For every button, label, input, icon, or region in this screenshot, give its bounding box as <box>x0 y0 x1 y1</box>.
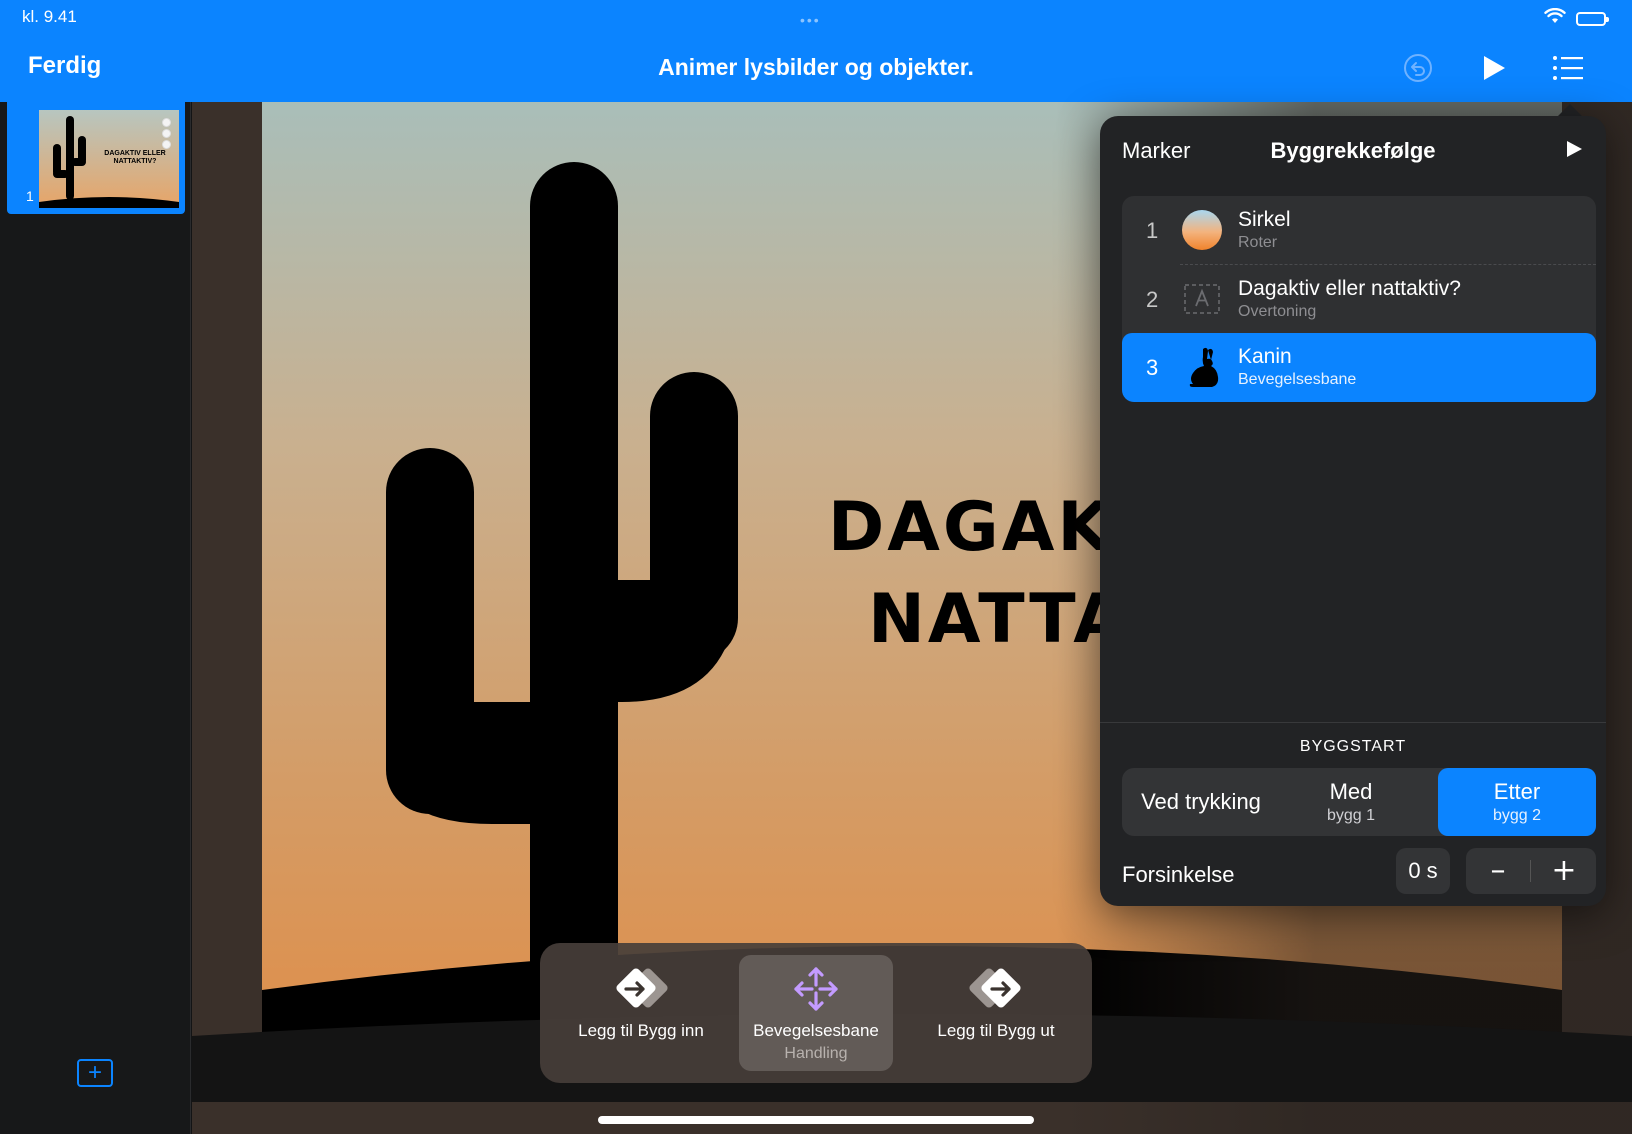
slide-thumbnail-image: DAGAKTIV ELLER NATTAKTIV? <box>39 110 179 208</box>
motion-arrows-icon <box>786 965 846 1013</box>
status-time: kl. 9.41 <box>22 7 77 26</box>
list-item[interactable]: 2 Dagaktiv eller nattaktiv? Overtoning <box>1122 265 1596 334</box>
slide-thumbnail-1[interactable]: 1 DAGAKTIV ELLER NATTAKTIV? <box>7 102 185 214</box>
increase-delay-button[interactable]: + <box>1532 848 1596 894</box>
slide-title-text[interactable]: DAGAK NATTA <box>812 482 1129 666</box>
popover-header: Marker Byggrekkefølge <box>1100 116 1606 184</box>
popover-title: Byggrekkefølge <box>1270 138 1436 163</box>
delay-value-field[interactable]: 0 s <box>1396 848 1450 894</box>
segment-on-tap[interactable]: Ved trykking <box>1122 768 1280 836</box>
slide-number: 1 <box>26 188 34 204</box>
multitasking-dots[interactable]: ••• <box>800 12 821 28</box>
page-title: Animer lysbilder og objekter. <box>658 54 974 80</box>
build-indicator-dots <box>162 118 171 149</box>
build-start-label: BYGGSTART <box>1299 738 1407 755</box>
motion-path-action-button[interactable]: Bevegelsesbane Handling <box>739 955 893 1071</box>
build-out-icon <box>966 965 1026 1013</box>
delay-label: Forsinkelse <box>1122 862 1235 887</box>
delay-stepper: – + <box>1466 848 1596 894</box>
segment-after-build[interactable]: Etter bygg 2 <box>1438 768 1596 836</box>
segment-with-build[interactable]: Med bygg 1 <box>1272 768 1430 836</box>
status-indicators <box>1544 7 1609 29</box>
build-toolbar: Legg til Bygg inn Bevegelsesbane Handlin… <box>540 943 1092 1083</box>
slide-thumbnail-title: DAGAKTIV ELLER NATTAKTIV? <box>104 150 166 165</box>
build-start-segmented-control: Ved trykking Med bygg 1 Etter bygg 2 <box>1122 768 1596 836</box>
add-build-out-button[interactable]: Legg til Bygg ut <box>916 955 1076 1071</box>
decrease-delay-button[interactable]: – <box>1466 848 1530 894</box>
add-slide-button[interactable]: + <box>77 1059 113 1087</box>
gradient-circle-icon <box>1180 208 1224 252</box>
build-in-icon <box>611 965 671 1013</box>
text-box-icon <box>1180 277 1224 321</box>
rabbit-icon <box>1180 345 1224 389</box>
build-order-list-icon[interactable] <box>1550 50 1586 86</box>
list-item[interactable]: 1 Sirkel Roter <box>1122 196 1596 265</box>
undo-icon[interactable] <box>1400 50 1436 86</box>
list-item-selected[interactable]: 3 Kanin Bevegelsesbane <box>1122 333 1596 402</box>
play-icon[interactable] <box>1476 50 1512 86</box>
preview-play-icon[interactable] <box>1562 138 1586 162</box>
build-order-popover: Marker Byggrekkefølge 1 Sirkel Roter 2 D… <box>1100 116 1606 906</box>
slide-navigator: 1 DAGAKTIV ELLER NATTAKTIV? + <box>0 102 191 1134</box>
add-build-in-button[interactable]: Legg til Bygg inn <box>568 955 714 1071</box>
home-indicator[interactable] <box>598 1116 1034 1124</box>
battery-icon <box>1576 11 1609 26</box>
top-bar: kl. 9.41 ••• Ferdig Animer lysbilder og … <box>0 0 1632 102</box>
wifi-icon <box>1544 7 1566 29</box>
build-list: 1 Sirkel Roter 2 Dagaktiv eller nattakti… <box>1122 196 1596 402</box>
